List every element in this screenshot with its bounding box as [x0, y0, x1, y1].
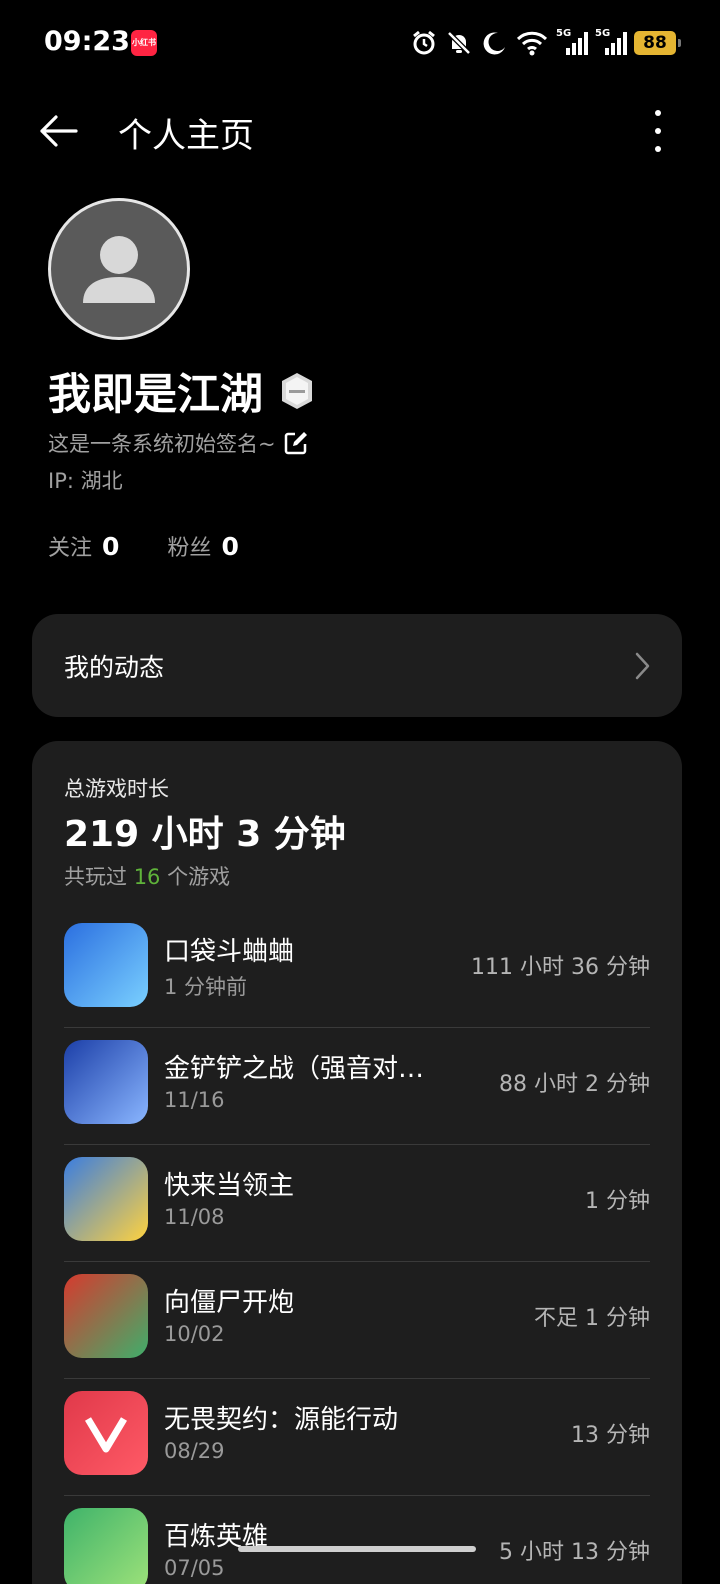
- bell-muted-icon: [447, 31, 471, 55]
- playtime-title: 总游戏时长: [64, 777, 169, 801]
- chevron-right-icon: [635, 652, 650, 680]
- username: 我即是江湖: [48, 370, 263, 420]
- followers-stat[interactable]: 粉丝 0: [167, 530, 238, 562]
- game-last-played: 11/08: [164, 1205, 225, 1229]
- valorant-logo-icon: [84, 1417, 128, 1453]
- signal-icon: 5G: [556, 28, 588, 56]
- game-playtime: 111 小时 36 分钟: [471, 955, 650, 980]
- level-badge-icon[interactable]: [279, 371, 315, 411]
- avatar[interactable]: [48, 198, 190, 340]
- default-user-icon: [83, 236, 155, 303]
- game-last-played: 10/02: [164, 1322, 225, 1346]
- home-indicator[interactable]: [238, 1546, 476, 1552]
- playtime-card: 总游戏时长 219 小时 3 分钟 共玩过 16 个游戏 口袋斗蛐蛐 1 分钟前…: [32, 741, 682, 1584]
- following-stat[interactable]: 关注 0: [48, 530, 119, 562]
- game-playtime: 1 分钟: [585, 1189, 650, 1214]
- status-time: 09:23: [44, 26, 130, 57]
- game-name: 金铲铲之战（强音对…: [164, 1054, 425, 1084]
- following-count: 0: [102, 532, 120, 561]
- game-last-played: 11/16: [164, 1088, 225, 1112]
- game-row[interactable]: 向僵尸开炮 10/02 不足 1 分钟: [64, 1262, 650, 1379]
- game-icon: [64, 923, 148, 1007]
- followers-label: 粉丝: [167, 536, 212, 561]
- status-icons: 5G 5G 88: [410, 28, 681, 58]
- game-icon: [64, 1040, 148, 1124]
- edit-icon[interactable]: [282, 429, 310, 457]
- following-label: 关注: [48, 536, 93, 561]
- game-playtime: 5 小时 13 分钟: [499, 1540, 650, 1565]
- followers-count: 0: [221, 532, 239, 561]
- ip-location: IP: 湖北: [48, 469, 123, 493]
- game-icon: [64, 1508, 148, 1584]
- game-name: 向僵尸开炮: [164, 1288, 295, 1318]
- my-feed-card[interactable]: 我的动态: [32, 614, 682, 717]
- game-playtime: 13 分钟: [571, 1423, 650, 1448]
- arrow-left-icon: [40, 115, 78, 147]
- game-list: 口袋斗蛐蛐 1 分钟前 111 小时 36 分钟 金铲铲之战（强音对… 11/1…: [64, 911, 650, 1584]
- game-icon: [64, 1391, 148, 1475]
- game-name: 快来当领主: [164, 1171, 295, 1201]
- alarm-icon: [413, 30, 435, 55]
- more-vertical-icon: [655, 110, 661, 116]
- my-feed-label: 我的动态: [64, 653, 165, 682]
- game-row[interactable]: 快来当领主 11/08 1 分钟: [64, 1145, 650, 1262]
- game-row[interactable]: 金铲铲之战（强音对… 11/16 88 小时 2 分钟: [64, 1028, 650, 1145]
- more-options-button[interactable]: [648, 110, 668, 152]
- game-row[interactable]: 无畏契约：源能行动 08/29 13 分钟: [64, 1379, 650, 1496]
- games-played-count: 共玩过 16 个游戏: [64, 865, 231, 889]
- game-playtime: 88 小时 2 分钟: [499, 1072, 650, 1097]
- game-last-played: 08/29: [164, 1439, 225, 1463]
- game-icon: [64, 1157, 148, 1241]
- signature-row: 这是一条系统初始签名~: [48, 428, 310, 458]
- username-row: 我即是江湖: [48, 360, 315, 422]
- signature-text: 这是一条系统初始签名~: [48, 432, 276, 456]
- back-button[interactable]: [34, 108, 84, 154]
- game-name: 无畏契约：源能行动: [164, 1405, 399, 1435]
- game-row[interactable]: 百炼英雄 07/05 5 小时 13 分钟: [64, 1496, 650, 1584]
- game-icon: [64, 1274, 148, 1358]
- games-count-number: 16: [133, 865, 161, 889]
- game-name: 口袋斗蛐蛐: [164, 937, 295, 967]
- game-last-played: 1 分钟前: [164, 975, 248, 999]
- playtime-total: 219 小时 3 分钟: [64, 814, 346, 855]
- follow-stats: 关注 0 粉丝 0: [48, 530, 287, 562]
- wifi-icon: [516, 31, 548, 56]
- game-row[interactable]: 口袋斗蛐蛐 1 分钟前 111 小时 36 分钟: [64, 911, 650, 1028]
- moon-icon: [483, 32, 505, 55]
- xiaohongshu-notification-icon: 小红书: [131, 30, 157, 56]
- battery-icon: 88: [634, 31, 681, 55]
- page-title: 个人主页: [118, 116, 254, 156]
- status-bar: 09:23 小红书 5G 5G 88: [0, 0, 720, 86]
- signal-icon: 5G: [595, 28, 627, 56]
- app-header: 个人主页: [0, 92, 720, 170]
- game-last-played: 07/05: [164, 1556, 225, 1580]
- game-playtime: 不足 1 分钟: [534, 1306, 650, 1331]
